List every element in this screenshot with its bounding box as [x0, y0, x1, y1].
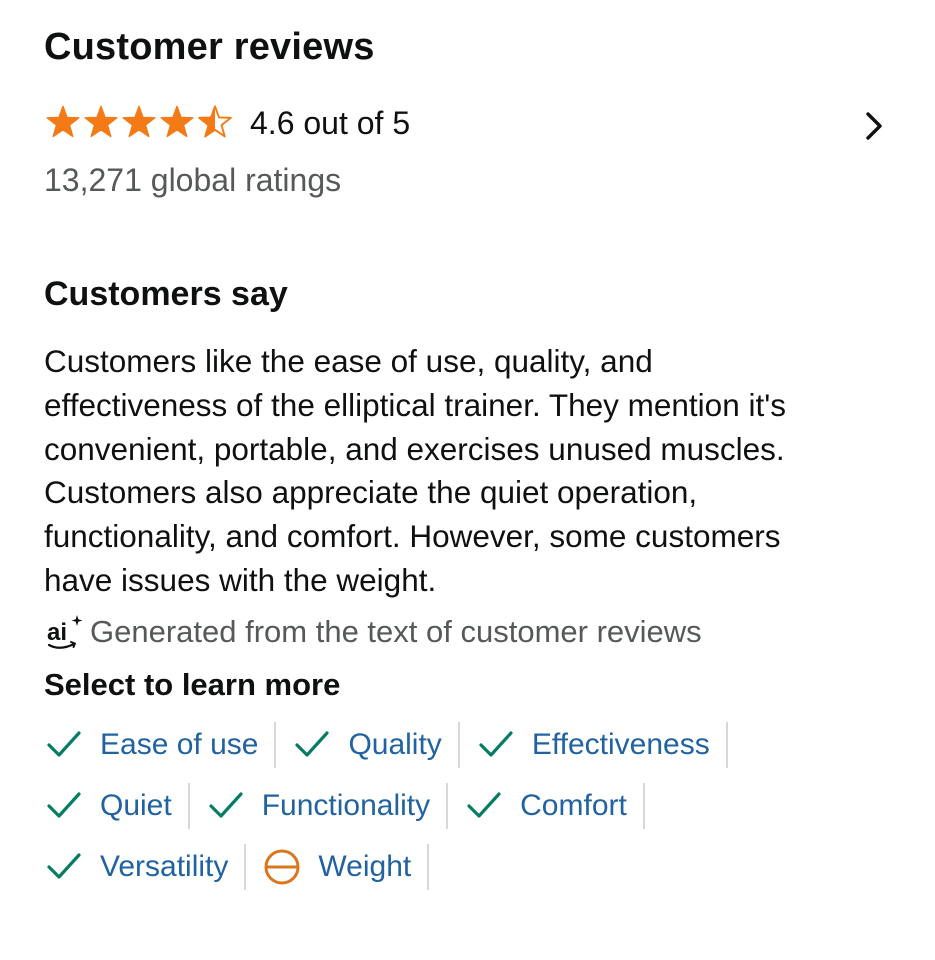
summary-line: convenient, portable, and exercises unus…: [44, 430, 785, 467]
svg-text:ai: ai: [47, 619, 67, 646]
aspect-quality-button[interactable]: Quality: [292, 722, 460, 768]
star-full-icon: [84, 105, 118, 138]
star-full-icon: [122, 105, 156, 138]
aspect-row: Ease of use Quality Effectiveness: [44, 722, 914, 768]
aspect-weight-button[interactable]: Weight: [262, 844, 430, 890]
aspect-label: Comfort: [520, 789, 627, 822]
ai-generated-note: ai Generated from the text of customer r…: [44, 612, 702, 652]
summary-line: functionality, and comfort. However, som…: [44, 518, 781, 555]
aspect-versatility-button[interactable]: Versatility: [44, 844, 247, 890]
check-icon: [292, 725, 332, 765]
check-icon: [464, 786, 504, 826]
learn-more-heading: Select to learn more: [44, 667, 341, 702]
customers-say-summary: Customers like the ease of use, quality,…: [44, 340, 914, 603]
aspect-list: Ease of use Quality Effectiveness Quiet Func…: [44, 722, 914, 905]
ai-note-text: Generated from the text of customer revi…: [90, 614, 702, 649]
summary-line: effectiveness of the elliptical trainer.…: [44, 386, 786, 423]
minus-circle-icon: [262, 847, 302, 887]
page-title: Customer reviews: [44, 26, 375, 68]
customers-say-heading: Customers say: [44, 275, 288, 313]
aspect-label: Weight: [318, 850, 412, 883]
ai-sparkle-icon: ai: [47, 615, 83, 649]
star-rating: [44, 103, 234, 143]
aspect-functionality-button[interactable]: Functionality: [206, 783, 449, 829]
check-icon: [206, 786, 246, 826]
rating-text: 4.6 out of 5: [250, 105, 411, 141]
check-icon: [44, 847, 84, 887]
star-half-icon: [198, 105, 232, 138]
check-icon: [44, 786, 84, 826]
aspect-comfort-button[interactable]: Comfort: [464, 783, 645, 829]
aspect-label: Ease of use: [100, 728, 259, 761]
check-icon: [44, 725, 84, 765]
check-icon: [476, 725, 516, 765]
aspect-label: Quality: [348, 728, 442, 761]
summary-line: Customers like the ease of use, quality,…: [44, 343, 653, 379]
aspect-ease-of-use-button[interactable]: Ease of use: [44, 722, 277, 768]
star-full-icon: [46, 105, 80, 138]
aspect-label: Quiet: [100, 789, 172, 822]
summary-line: Customers also appreciate the quiet oper…: [44, 474, 698, 511]
aspect-label: Functionality: [261, 789, 431, 822]
aspect-label: Versatility: [100, 850, 229, 883]
chevron-right-icon[interactable]: [860, 108, 890, 144]
aspect-effectiveness-button[interactable]: Effectiveness: [476, 722, 728, 768]
global-ratings-count[interactable]: 13,271 global ratings: [44, 162, 341, 199]
summary-line: have issues with the weight.: [44, 561, 437, 598]
aspect-quiet-button[interactable]: Quiet: [44, 783, 190, 829]
rating-summary-row[interactable]: 4.6 out of 5: [44, 100, 914, 146]
star-full-icon: [160, 105, 194, 138]
aspect-label: Effectiveness: [531, 728, 710, 761]
aspect-row: Quiet Functionality Comfort: [44, 783, 914, 829]
aspect-row: Versatility Weight: [44, 844, 914, 890]
